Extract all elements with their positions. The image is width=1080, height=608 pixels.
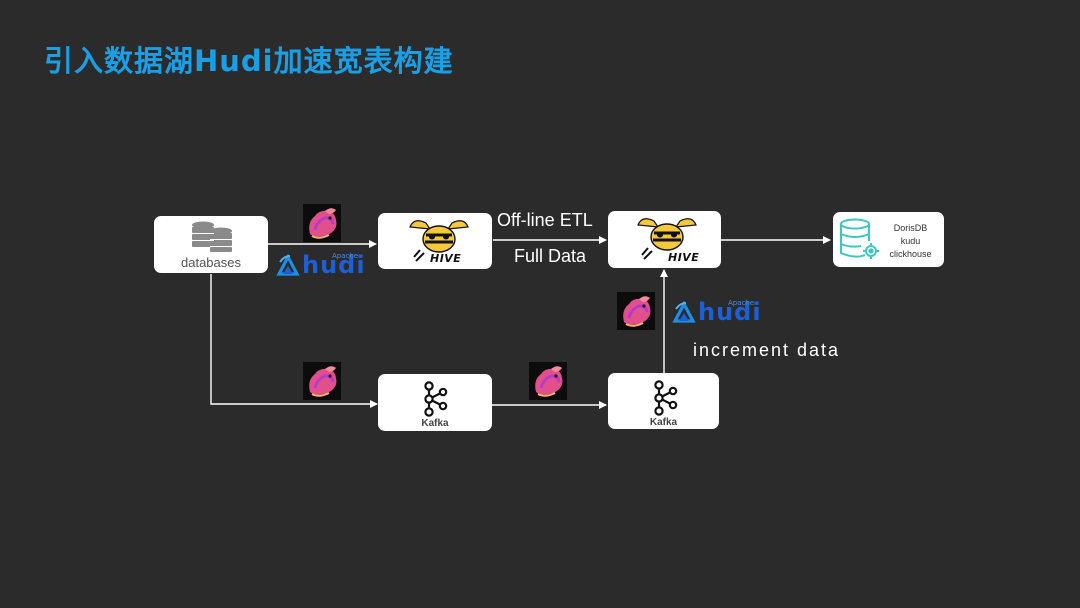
flink-squirrel-icon xyxy=(303,362,341,400)
kafka-node-right: Kafka xyxy=(608,373,719,429)
kafka-icon xyxy=(424,381,448,417)
arrow-databases-to-kafka xyxy=(210,274,378,408)
hudi-logo: Apache hudi xyxy=(672,299,762,324)
olap-label-kudu: kudu xyxy=(900,236,921,246)
kafka-icon xyxy=(654,380,678,416)
database-stack-icon xyxy=(192,221,232,252)
flink-squirrel-icon xyxy=(617,292,655,330)
hudi-word: Apache hudi xyxy=(698,299,762,324)
olap-label-dorisdb: DorisDB xyxy=(893,223,928,233)
hudi-mark-icon xyxy=(672,301,696,323)
edge-label-full-data: Full Data xyxy=(514,246,587,266)
olap-node: DorisDB kudu clickhouse xyxy=(833,212,944,267)
databases-node: databases xyxy=(154,216,268,273)
hudi-word: Apache hudi xyxy=(302,252,366,277)
flink-squirrel-icon xyxy=(303,204,341,242)
flow-lines xyxy=(210,236,831,409)
hudi-apache-label: Apache xyxy=(332,252,359,260)
olap-label-clickhouse: clickhouse xyxy=(889,249,932,259)
edge-label-offline-etl: Off-line ETL xyxy=(497,210,593,230)
hive-label-left: HIVE xyxy=(430,252,462,265)
kafka-label-right: Kafka xyxy=(649,417,678,428)
edge-label-increment-data: increment data xyxy=(693,340,841,360)
hudi-logo: Apache hudi xyxy=(276,252,366,277)
kafka-label-left: Kafka xyxy=(421,418,449,429)
hudi-mark-icon xyxy=(276,254,300,276)
hive-label-right: HIVE xyxy=(668,251,700,264)
flink-squirrel-icon xyxy=(529,362,567,400)
hive-node-right: HIVE xyxy=(608,211,721,268)
hudi-apache-label: Apache xyxy=(728,299,755,307)
database-gear-icon xyxy=(840,218,879,259)
kafka-node-left: Kafka xyxy=(378,374,492,431)
databases-label: databases xyxy=(181,255,241,270)
hive-node-left: HIVE xyxy=(378,213,492,269)
